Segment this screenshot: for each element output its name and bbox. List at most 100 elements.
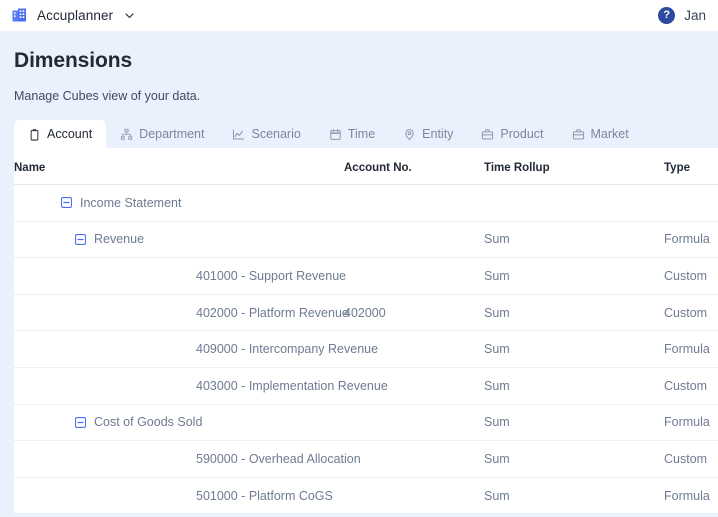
briefcase-icon xyxy=(481,128,494,141)
tab-scenario[interactable]: Scenario xyxy=(218,120,314,148)
tab-time[interactable]: Time xyxy=(315,120,389,148)
cell-type: Custom xyxy=(664,440,718,478)
dimension-tabs: Account Department Scenario Time Entity Produ… xyxy=(0,120,718,148)
dimensions-table: Name Account No. Time Rollup Type Income… xyxy=(14,148,718,514)
cell-name: Cost of Goods Sold xyxy=(14,404,344,442)
cell-type: Formula xyxy=(664,477,718,514)
cell-time-rollup: Sum xyxy=(484,294,664,332)
cell-account-no xyxy=(344,404,484,442)
page-title: Dimensions xyxy=(14,49,133,72)
cell-type: Formula xyxy=(664,404,718,442)
cell-time-rollup: Sum xyxy=(484,367,664,405)
column-header-name[interactable]: Name xyxy=(14,148,344,185)
dimensions-table-panel: Name Account No. Time Rollup Type Income… xyxy=(14,148,718,514)
name-cell-content: Income Statement xyxy=(14,185,344,221)
cell-time-rollup: Sum xyxy=(484,440,664,478)
column-header-account-no[interactable]: Account No. xyxy=(344,148,484,185)
cell-name: 590000 - Overhead Allocation xyxy=(14,440,361,478)
cell-name: Revenue xyxy=(14,221,344,259)
cell-type: Formula xyxy=(664,221,718,259)
brand-name: Accuplanner xyxy=(37,8,114,23)
cell-name: 403000 - Implementation Revenue xyxy=(14,367,388,405)
line-chart-icon xyxy=(232,128,245,141)
tab-entity[interactable]: Entity xyxy=(389,120,467,148)
table-row[interactable]: 501000 - Platform CoGS Sum Formula xyxy=(14,477,718,514)
row-name: 401000 - Support Revenue xyxy=(196,268,347,283)
name-cell-content: 590000 - Overhead Allocation xyxy=(14,441,361,477)
cell-name: 401000 - Support Revenue xyxy=(14,257,347,295)
org-chart-icon xyxy=(120,128,133,141)
map-pin-icon xyxy=(403,128,416,141)
name-cell-content: 501000 - Platform CoGS xyxy=(14,478,344,514)
briefcase-icon xyxy=(572,128,585,141)
cell-account-no xyxy=(344,184,484,222)
table-header: Name Account No. Time Rollup Type xyxy=(14,148,718,185)
table-row[interactable]: 402000 - Platform Revenue 402000 Sum Custom xyxy=(14,294,718,332)
clipboard-icon xyxy=(28,128,41,141)
row-name: 403000 - Implementation Revenue xyxy=(196,378,388,393)
user-name[interactable]: Jan xyxy=(684,8,706,23)
table-row[interactable]: Income Statement xyxy=(14,184,718,222)
table-row[interactable]: 401000 - Support Revenue Sum Custom xyxy=(14,257,718,295)
name-cell-content: 401000 - Support Revenue xyxy=(14,258,347,294)
cell-type xyxy=(664,184,718,222)
brand-menu[interactable]: Accuplanner xyxy=(11,7,135,24)
table-row[interactable]: 403000 - Implementation Revenue Sum Custom xyxy=(14,367,718,405)
tab-label: Scenario xyxy=(251,127,301,141)
cell-time-rollup: Sum xyxy=(484,330,664,368)
tab-product[interactable]: Product xyxy=(467,120,557,148)
cell-account-no xyxy=(344,257,484,295)
tab-label: Market xyxy=(590,127,629,141)
tab-account[interactable]: Account xyxy=(14,120,107,148)
cell-account-no xyxy=(344,440,484,478)
row-name: 501000 - Platform CoGS xyxy=(196,488,333,503)
column-header-time-rollup[interactable]: Time Rollup xyxy=(484,148,664,185)
collapse-minus-icon[interactable] xyxy=(61,197,72,209)
chevron-down-icon xyxy=(125,13,134,19)
building-icon xyxy=(12,8,26,22)
tab-department[interactable]: Department xyxy=(106,120,218,148)
cell-type: Custom xyxy=(664,257,718,295)
row-name: Cost of Goods Sold xyxy=(94,415,203,430)
row-name: Revenue xyxy=(94,232,145,247)
cell-type: Custom xyxy=(664,294,718,332)
name-cell-content: 402000 - Platform Revenue xyxy=(14,295,349,331)
table-row[interactable]: 409000 - Intercompany Revenue Sum Formula xyxy=(14,330,718,368)
row-name: 402000 - Platform Revenue xyxy=(196,305,349,320)
tab-market[interactable]: Market xyxy=(558,120,643,148)
row-name: 590000 - Overhead Allocation xyxy=(196,451,361,466)
tab-label: Department xyxy=(139,127,205,141)
cell-time-rollup: Sum xyxy=(484,477,664,514)
cell-time-rollup: Sum xyxy=(484,221,664,259)
table-row[interactable]: Revenue Sum Formula xyxy=(14,221,718,259)
row-name: 409000 - Intercompany Revenue xyxy=(196,342,379,357)
table-row[interactable]: Cost of Goods Sold Sum Formula xyxy=(14,404,718,442)
cell-name: Income Statement xyxy=(14,184,344,222)
name-cell-content: 403000 - Implementation Revenue xyxy=(14,368,388,404)
cell-time-rollup xyxy=(484,184,664,222)
collapse-minus-icon[interactable] xyxy=(75,233,86,245)
cell-name: 409000 - Intercompany Revenue xyxy=(14,330,378,368)
name-cell-content: Cost of Goods Sold xyxy=(14,405,344,441)
cell-time-rollup: Sum xyxy=(484,257,664,295)
column-header-type[interactable]: Type xyxy=(664,148,718,185)
row-name: Income Statement xyxy=(80,195,182,210)
cell-name: 402000 - Platform Revenue xyxy=(14,294,349,332)
name-cell-content: 409000 - Intercompany Revenue xyxy=(14,331,378,367)
app-bar: Accuplanner ? Jan xyxy=(0,0,718,31)
collapse-minus-icon[interactable] xyxy=(75,416,86,428)
cell-type: Formula xyxy=(664,330,718,368)
cell-time-rollup: Sum xyxy=(484,404,664,442)
table-header-row: Name Account No. Time Rollup Type xyxy=(14,148,718,185)
tab-label: Account xyxy=(47,127,93,141)
table-row[interactable]: 590000 - Overhead Allocation Sum Custom xyxy=(14,440,718,478)
tab-label: Entity xyxy=(422,127,454,141)
page-subtitle: Manage Cubes view of your data. xyxy=(14,89,201,103)
app-bar-right: ? Jan xyxy=(658,7,706,24)
cell-type: Custom xyxy=(664,367,718,405)
name-cell-content: Revenue xyxy=(14,222,344,258)
help-icon[interactable]: ? xyxy=(658,7,676,24)
cell-account-no xyxy=(344,221,484,259)
cell-account-no: 402000 xyxy=(344,294,484,332)
cell-account-no xyxy=(344,477,484,514)
